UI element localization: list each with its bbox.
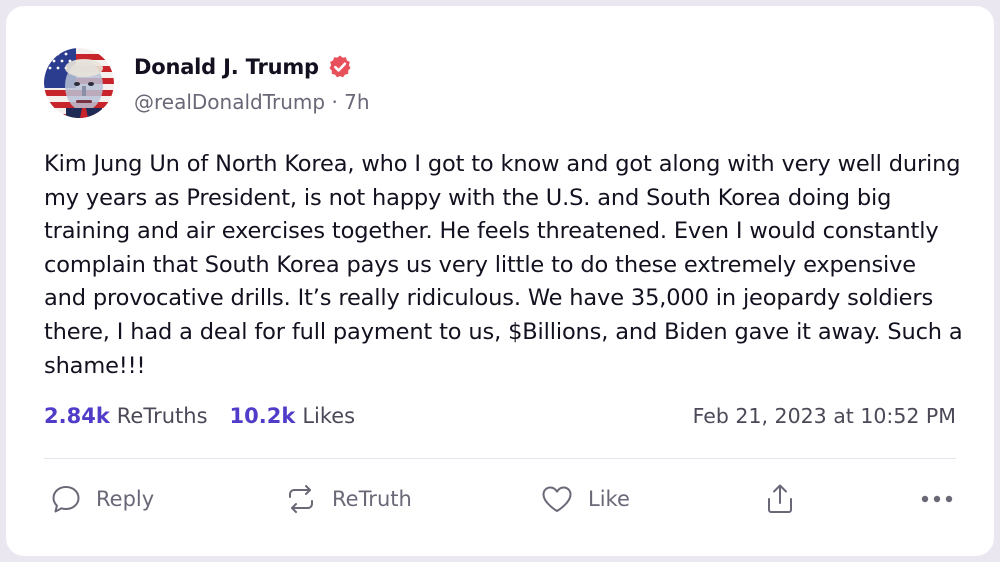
share-button[interactable]	[764, 474, 796, 524]
post-card: Donald J. Trump @realDonaldTrump · 7h Ki…	[6, 6, 994, 556]
likes-label: Likes	[302, 404, 356, 428]
likes-count: 10.2k	[229, 404, 296, 428]
post-age[interactable]: 7h	[344, 90, 369, 114]
repost-arrows-icon	[284, 483, 318, 515]
author-handle-row: @realDonaldTrump · 7h	[134, 90, 370, 114]
like-label: Like	[588, 487, 630, 511]
more-dots-icon	[920, 494, 954, 504]
more-options-button[interactable]	[920, 474, 954, 524]
author-name-row: Donald J. Trump	[134, 50, 353, 84]
reply-button[interactable]: Reply	[50, 474, 154, 524]
retruth-button[interactable]: ReTruth	[284, 474, 412, 524]
post-actions-row: Reply ReTruth Like	[44, 474, 956, 524]
post-body-text: Kim Jung Un of North Korea, who I got to…	[44, 151, 963, 379]
avatar[interactable]	[44, 48, 114, 118]
author-handle[interactable]: @realDonaldTrump	[134, 90, 325, 114]
retruths-label: ReTruths	[116, 404, 208, 428]
heart-icon	[540, 483, 574, 515]
retruths-count: 2.84k	[44, 404, 110, 428]
likes-stat[interactable]: 10.2k Likes	[230, 404, 356, 428]
divider	[44, 458, 956, 459]
like-button[interactable]: Like	[540, 474, 630, 524]
avatar-image	[44, 48, 114, 118]
post-timestamp[interactable]: Feb 21, 2023 at 10:52 PM	[693, 404, 956, 428]
retruth-label: ReTruth	[332, 487, 412, 511]
post-stats-row: 2.84k ReTruths 10.2k Likes Feb 21, 2023 …	[44, 401, 956, 431]
reply-label: Reply	[96, 487, 155, 511]
share-upload-icon	[764, 482, 796, 516]
retruths-stat[interactable]: 2.84k ReTruths	[44, 404, 208, 428]
verified-badge-icon	[327, 54, 353, 80]
speech-bubble-icon	[50, 483, 82, 515]
author-display-name[interactable]: Donald J. Trump	[134, 55, 319, 79]
